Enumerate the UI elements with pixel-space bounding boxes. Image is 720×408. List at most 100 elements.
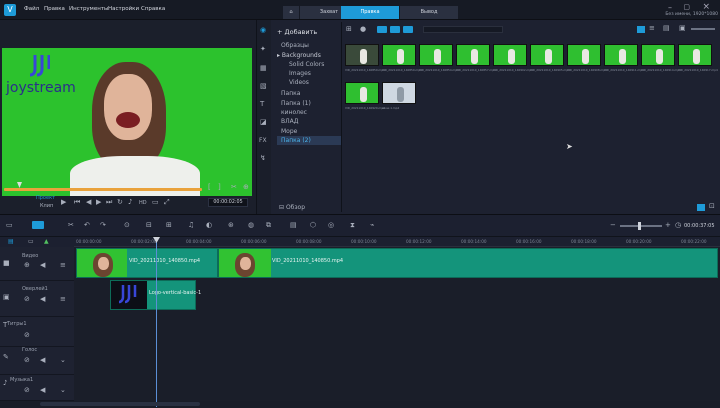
close-icon[interactable]: ×	[702, 2, 710, 12]
video-lock-icon[interactable]: ⊕	[24, 261, 30, 269]
folder-vlad[interactable]: ВЛАД	[281, 118, 298, 125]
color-icon[interactable]: ◐	[206, 221, 212, 229]
go-start-icon[interactable]: ⏮	[74, 198, 80, 207]
time-ruler[interactable]: 00:00:00:00 00:00:02:00 00:00:04:00 00:00:0…	[74, 237, 720, 247]
home-button[interactable]: ⌂	[283, 6, 299, 19]
media-thumbnail[interactable]: VID_20211010_140911.mp4	[604, 44, 644, 78]
media-thumbnail[interactable]: snow-1.mp4	[382, 82, 418, 116]
sort-icon[interactable]: ≡	[649, 24, 655, 32]
media-thumbnail[interactable]: VID_20211010_140914.mp4	[641, 44, 681, 78]
filter-icon[interactable]: ▤	[663, 24, 670, 32]
folder-videos[interactable]: Videos	[289, 79, 309, 86]
multicam-icon[interactable]: ⧉	[266, 221, 271, 230]
subtitle-icon[interactable]: ▤	[290, 221, 297, 229]
mark-in-icon[interactable]: [	[208, 183, 211, 191]
folder-kinoles[interactable]: кинолес	[281, 109, 307, 116]
motion-icon[interactable]: ⊛	[228, 221, 234, 229]
zoom-icon[interactable]: ⊕	[243, 183, 249, 191]
fx-icon[interactable]: FX	[259, 137, 267, 144]
menu-tools[interactable]: Инструменты	[69, 6, 108, 12]
overlay-clip[interactable]: Logo-vertical-basic-1	[110, 280, 201, 310]
media-icon[interactable]: ◉	[260, 26, 266, 34]
tools-icon[interactable]: ✂	[68, 221, 74, 229]
overlay-menu-icon[interactable]: ≡	[60, 295, 66, 303]
repeat-icon[interactable]: ↻	[117, 198, 123, 206]
folder-more[interactable]: Море	[281, 128, 297, 135]
media-thumbnail[interactable]: VID_20211010_140908.mp4	[567, 44, 607, 78]
mode-project[interactable]: Проект	[36, 195, 55, 201]
overlay-icon[interactable]: ◪	[260, 118, 267, 126]
record-capture-icon[interactable]: ⊙	[124, 221, 130, 229]
playhead[interactable]	[156, 237, 157, 407]
video-menu-icon[interactable]: ≡	[60, 261, 66, 269]
media-thumbnail[interactable]: VID_20211010_140850.mp4	[345, 44, 385, 78]
folder-papka-2[interactable]: Папка (2)	[281, 137, 311, 144]
volume-icon[interactable]: ♪	[128, 198, 132, 206]
thumb-size-slider[interactable]	[691, 28, 715, 30]
menu-file[interactable]: Файл	[24, 6, 39, 12]
zoom-in-icon[interactable]: +	[665, 221, 671, 229]
hd-toggle[interactable]: HD	[139, 200, 147, 206]
record-icon[interactable]: ●	[360, 25, 366, 33]
overlay-lock-icon[interactable]: ⊘	[24, 295, 30, 303]
next-frame-icon[interactable]: ▶	[96, 198, 101, 206]
split-screen-icon[interactable]: ⊞	[166, 221, 172, 229]
folder-samples[interactable]: Образцы	[281, 42, 309, 49]
folder-papka[interactable]: Папка	[281, 90, 300, 97]
add-track-icon[interactable]: ▭	[28, 238, 34, 245]
graphics-icon[interactable]: ▧	[260, 82, 267, 90]
storyboard-view-icon[interactable]: ▭	[6, 221, 13, 229]
mode-clip[interactable]: Клип	[40, 203, 53, 209]
folder-papka-1[interactable]: Папка (1)	[281, 100, 311, 107]
preview-timecode[interactable]: 00:00:02:05	[208, 198, 248, 207]
timeline-scrollbar[interactable]	[40, 402, 200, 406]
thumb-size-icon[interactable]: ▣	[679, 24, 686, 32]
split-icon[interactable]: ✂	[231, 183, 237, 191]
instant-project-icon[interactable]: ✦	[260, 45, 266, 53]
speed-icon[interactable]: ⌁	[370, 221, 374, 229]
mark-out-icon[interactable]: ]	[218, 183, 221, 191]
zoom-slider[interactable]	[620, 225, 662, 227]
zoom-out-icon[interactable]: −	[610, 221, 616, 229]
preview-scrubber[interactable]	[4, 188, 202, 191]
minimize-icon[interactable]: –	[668, 3, 672, 12]
folder-solid-colors[interactable]: Solid Colors	[289, 61, 324, 68]
mixer-icon[interactable]: ⧗	[350, 221, 355, 230]
media-thumbnail[interactable]: VID_20211010_140902.mp4	[493, 44, 533, 78]
voice-mute-icon[interactable]: ◀	[40, 356, 45, 364]
menu-help[interactable]: Справка	[141, 6, 165, 12]
media-thumbnail[interactable]: VID_20211010_140905.mp4	[530, 44, 570, 78]
timeline-view-icon[interactable]	[32, 221, 44, 229]
video-mute-icon[interactable]: ◀	[40, 261, 45, 269]
go-end-icon[interactable]: ⏭	[106, 198, 112, 207]
tab-share[interactable]: Вывод	[400, 6, 458, 19]
search-input[interactable]	[423, 26, 503, 33]
show-photo-icon[interactable]	[390, 26, 400, 33]
video-clip-2[interactable]: VID_20211010_140850.mp4	[218, 248, 718, 278]
music-lock-icon[interactable]: ⊘	[24, 386, 30, 394]
show-video-icon[interactable]	[377, 26, 387, 33]
folder-backgrounds[interactable]: ▸ Backgrounds	[277, 52, 321, 59]
voice-lock-icon[interactable]: ⊘	[24, 356, 30, 364]
maximize-icon[interactable]: ▢	[683, 3, 690, 11]
prev-frame-icon[interactable]: ◀	[86, 198, 91, 206]
auto-music-icon[interactable]: ♫	[188, 221, 194, 229]
preview-video[interactable]: joystream	[2, 48, 252, 196]
browse-button[interactable]: ⊟ Обзор	[279, 204, 305, 211]
tab-edit[interactable]: Правка	[341, 6, 399, 19]
video-clip-1[interactable]: VID_20211010_140850.mp4	[76, 248, 218, 278]
music-menu-icon[interactable]: ⌄	[60, 386, 66, 394]
panel-toggle-icon[interactable]	[697, 204, 705, 211]
media-thumbnail[interactable]: VID_20211010_140850.mp4	[382, 44, 422, 78]
3d-icon[interactable]: ⬡	[310, 221, 316, 229]
aspect-icon[interactable]: ▭	[152, 198, 159, 206]
path-icon[interactable]: ↯	[260, 154, 266, 162]
grid-view-icon[interactable]	[637, 26, 645, 33]
title-icon[interactable]: T	[260, 100, 264, 108]
play-icon[interactable]: ▶	[61, 198, 66, 206]
import-icon[interactable]: ⊞	[346, 25, 352, 33]
fullscreen-icon[interactable]: ⤢	[164, 198, 170, 207]
transition-icon[interactable]: ▦	[260, 64, 267, 72]
media-thumbnail[interactable]: VID_20211010_140857.mp4	[456, 44, 496, 78]
redo-icon[interactable]: ↷	[100, 221, 106, 229]
